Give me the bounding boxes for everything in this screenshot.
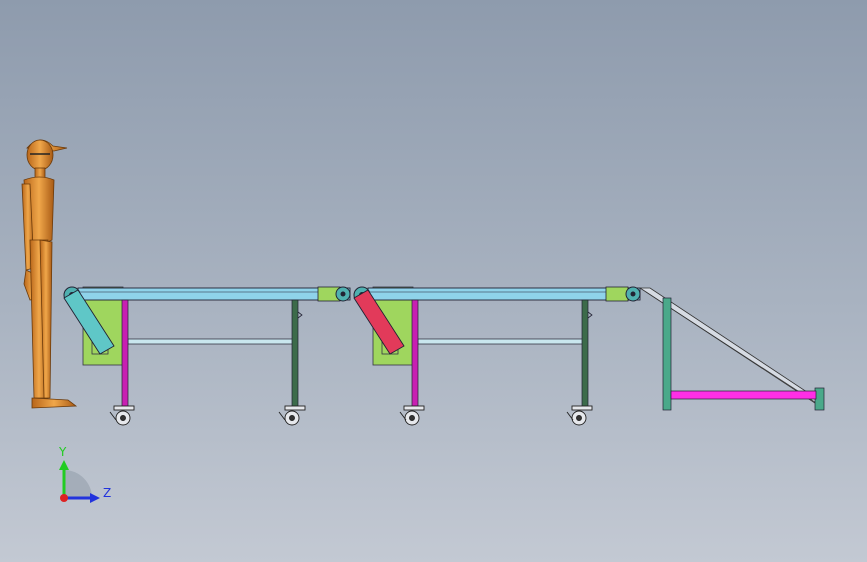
z-axis-arrow xyxy=(90,493,100,503)
conveyor-unit-2[interactable] xyxy=(353,286,641,426)
leg-rear xyxy=(581,299,589,409)
triad-quarter-disc xyxy=(64,470,92,498)
caster-front xyxy=(109,405,135,426)
y-axis-label: Y xyxy=(58,445,67,459)
cross-brace xyxy=(417,338,585,345)
leg-rear xyxy=(291,299,299,409)
origin-dot xyxy=(60,494,68,502)
belt xyxy=(77,287,351,301)
caster-front xyxy=(399,405,425,426)
leg-front xyxy=(411,299,419,409)
cross-brace xyxy=(127,338,295,345)
leg-front xyxy=(121,299,129,409)
caster-rear xyxy=(278,405,306,426)
y-axis-arrow xyxy=(59,460,69,470)
conveyor-unit-1[interactable] xyxy=(63,286,351,426)
z-axis-label: Z xyxy=(103,486,111,500)
human-mannequin xyxy=(21,139,78,409)
ramp-post-left xyxy=(662,297,672,411)
discharge-ramp[interactable] xyxy=(638,287,825,411)
cad-viewport[interactable]: Y Z xyxy=(0,0,867,562)
axis-triad: Y Z xyxy=(58,445,111,503)
ramp-cross-bar xyxy=(670,390,817,400)
caster-rear xyxy=(566,405,593,426)
belt xyxy=(367,287,641,301)
tensioner xyxy=(605,286,629,302)
